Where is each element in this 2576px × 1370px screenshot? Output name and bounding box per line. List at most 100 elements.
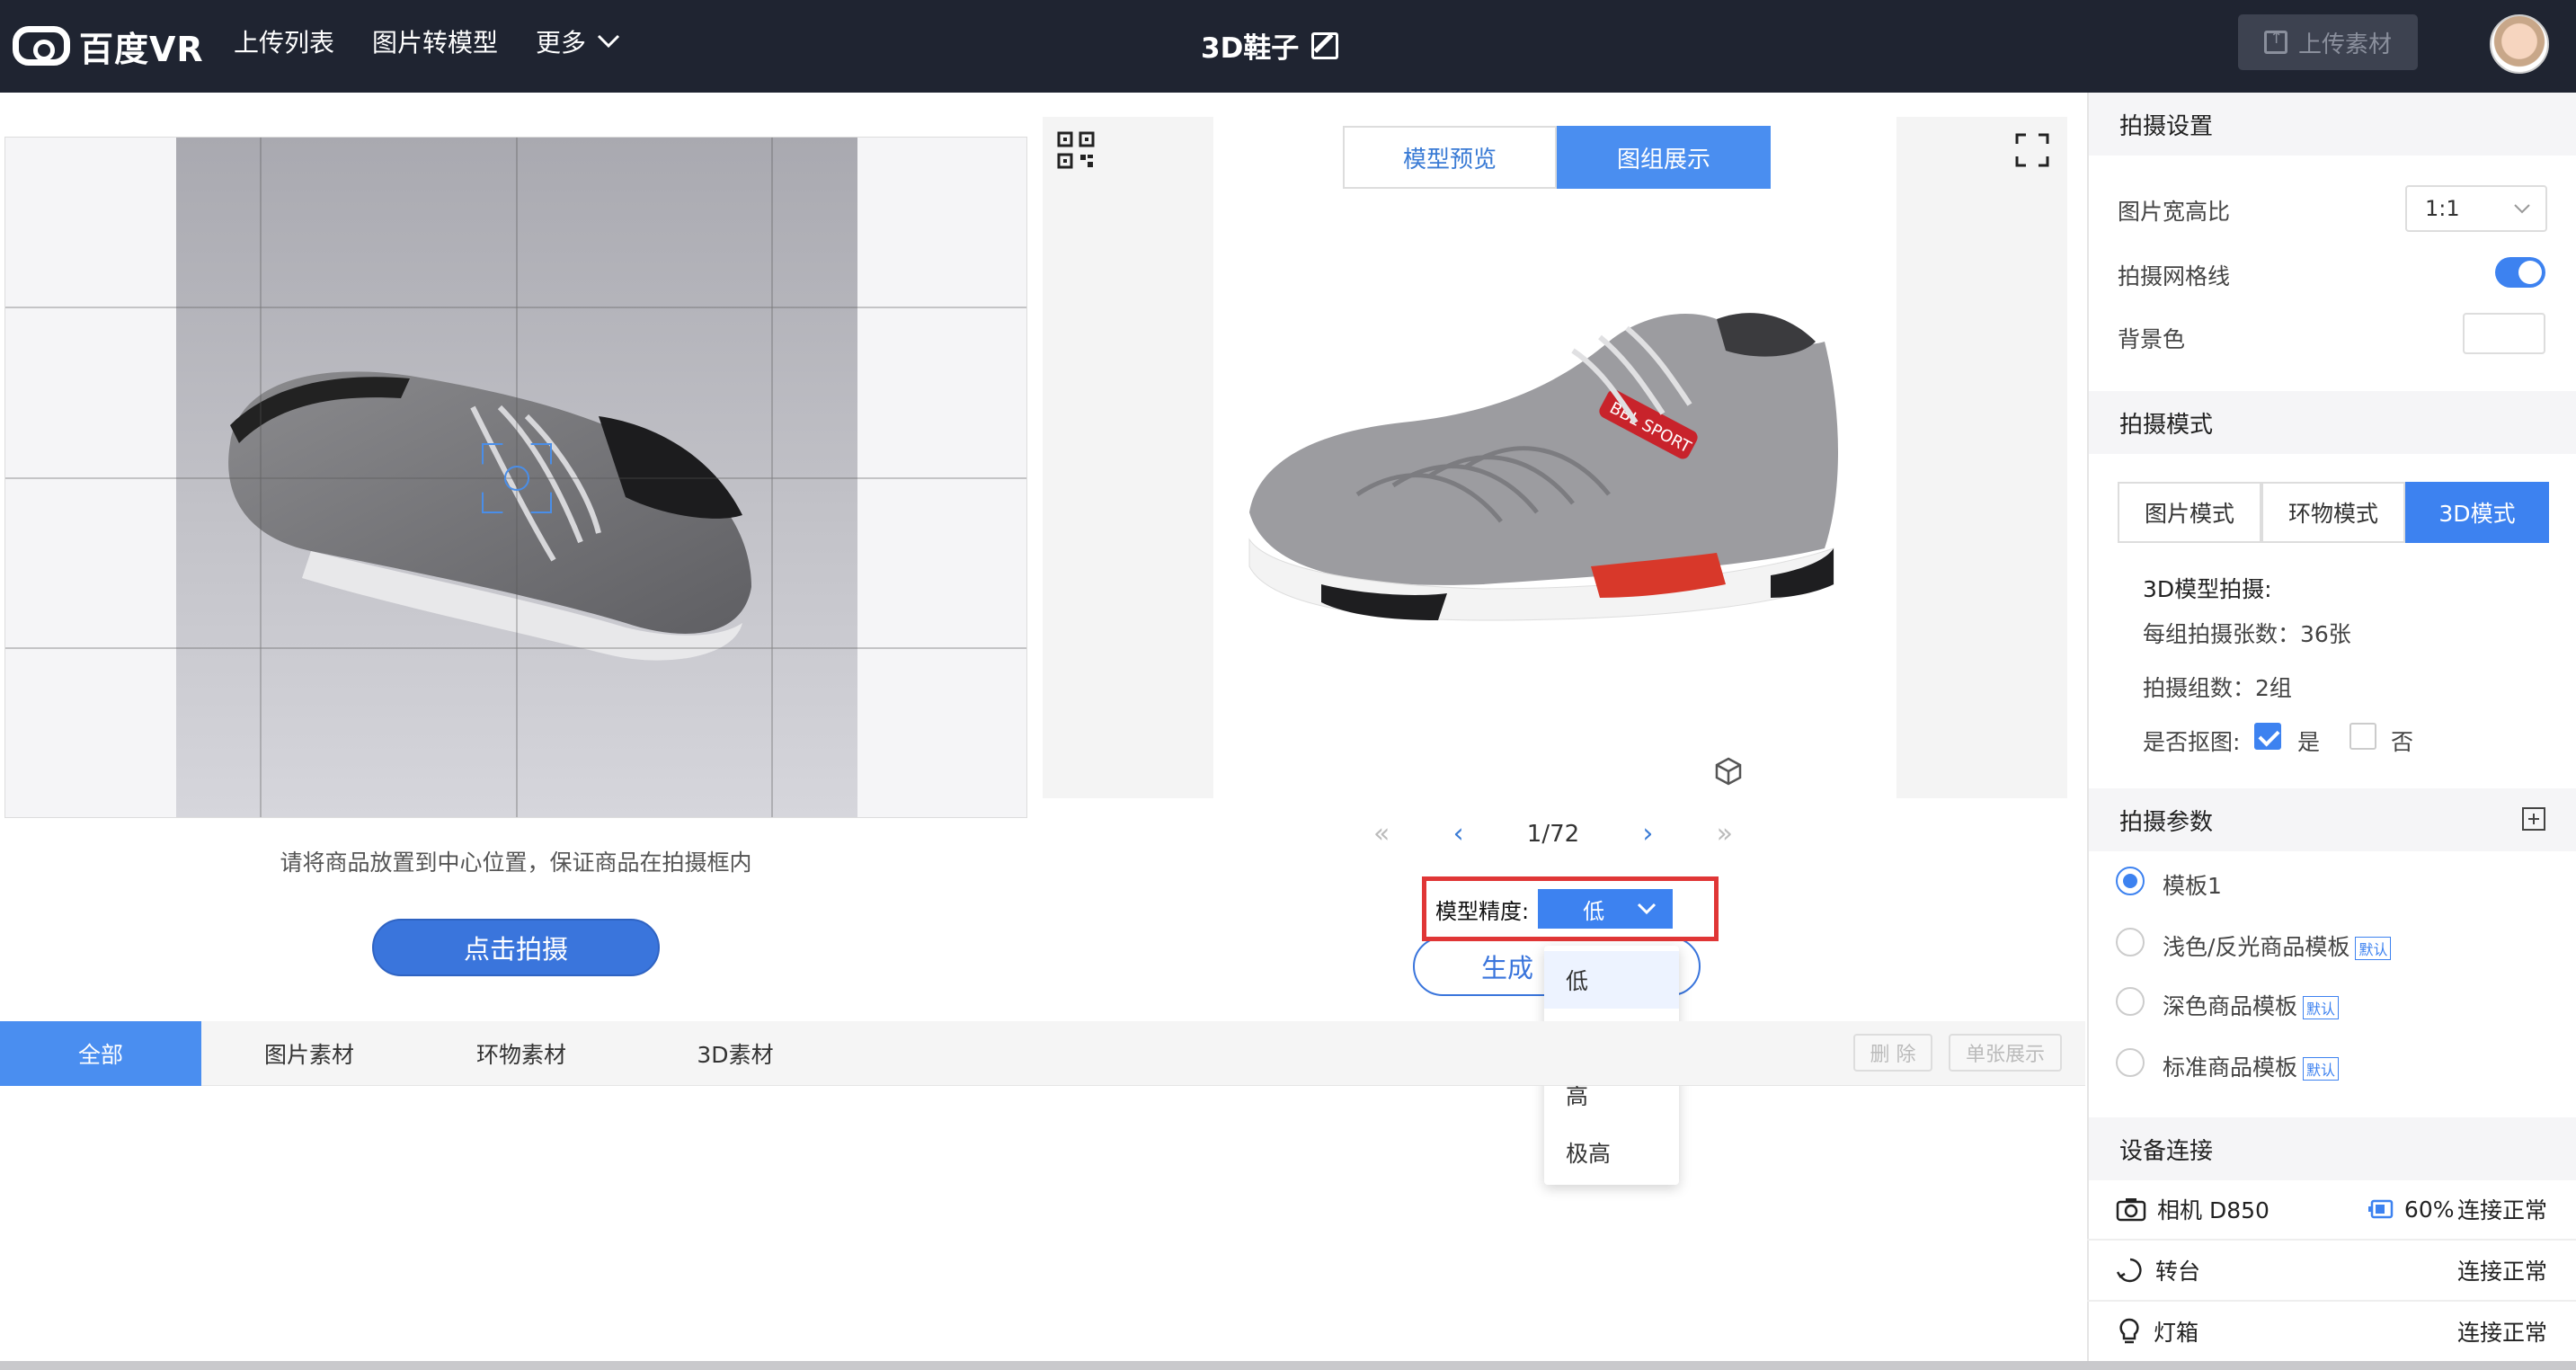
tab-image-material[interactable]: 图片素材	[219, 1021, 399, 1086]
upload-material-button[interactable]: 上传素材	[2238, 14, 2418, 70]
single-view-button[interactable]: 单张展示	[1949, 1034, 2062, 1072]
baidu-vr-logo[interactable]: 百度VR	[13, 20, 204, 72]
light-bulb-icon	[2119, 1318, 2139, 1344]
template-label-3: 深色商品模板 默认	[2163, 989, 2340, 1021]
preview-tabs: 模型预览 图组展示	[1343, 126, 1771, 189]
grid-lines-label: 拍摄网格线	[2118, 263, 2231, 289]
precision-value: 低	[1583, 898, 1605, 924]
material-tabs-bar: 全部 图片素材 环物素材 3D素材 删 除 单张展示	[0, 1021, 2085, 1086]
title-text: 3D鞋子	[1201, 32, 1300, 65]
device-connection-header: 设备连接	[2089, 1117, 2576, 1180]
shoot-mode-header: 拍摄模式	[2089, 391, 2576, 454]
shoe-preview-image: BBL SPORT	[1248, 313, 1838, 621]
ratio-select[interactable]: 1:1	[2405, 185, 2547, 232]
template-name: 标准商品模板	[2163, 1054, 2298, 1081]
tab-3d-material[interactable]: 3D素材	[645, 1021, 825, 1086]
ratio-value: 1:1	[2425, 196, 2460, 221]
shoot-button[interactable]: 点击拍摄	[372, 919, 660, 976]
camera-status: 连接正常	[2456, 1197, 2547, 1223]
lightbox-device-row: 灯箱 连接正常	[2116, 1309, 2547, 1354]
template-radio-3[interactable]	[2116, 987, 2145, 1016]
group-count: 拍摄组数：2组	[2143, 675, 2292, 701]
precision-option-ultra[interactable]: 极高	[1544, 1124, 1679, 1181]
last-page-icon[interactable]: »	[1717, 818, 1733, 850]
turntable-label: 转台	[2155, 1259, 2201, 1285]
ratio-label: 图片宽高比	[2118, 199, 2231, 225]
prev-page-icon[interactable]: ‹	[1453, 818, 1464, 850]
next-page-icon[interactable]: ›	[1642, 818, 1653, 850]
precision-select[interactable]: 低	[1538, 889, 1674, 929]
default-tag: 默认	[2355, 937, 2392, 960]
template-label-1: 模板1	[2163, 873, 2222, 899]
shoot-settings-header: 拍摄设置	[2089, 93, 2576, 156]
delete-button[interactable]: 删 除	[1853, 1034, 1932, 1072]
3d-cube-icon[interactable]	[1712, 755, 1745, 787]
qr-code-icon[interactable]	[1057, 131, 1095, 169]
tab-model-preview[interactable]: 模型预览	[1343, 126, 1557, 189]
photos-per-group: 每组拍摄张数：36张	[2143, 621, 2351, 647]
edit-icon[interactable]	[1311, 31, 1339, 59]
tab-all[interactable]: 全部	[0, 1021, 201, 1086]
battery-icon	[2367, 1199, 2394, 1219]
template-radio-4[interactable]	[2116, 1048, 2145, 1077]
top-bar: 百度VR 上传列表 图片转模型 更多 3D鞋子 上传素材	[0, 0, 2576, 93]
add-template-icon[interactable]	[2522, 807, 2545, 831]
turntable-status: 连接正常	[2456, 1259, 2547, 1285]
cutout-yes-label: 是	[2297, 729, 2321, 755]
grid-lines-toggle[interactable]	[2495, 257, 2545, 288]
chevron-down-icon	[1638, 903, 1657, 915]
cutout-no-label: 否	[2391, 729, 2414, 755]
precision-label: 模型精度:	[1435, 898, 1530, 924]
mode-orbit[interactable]: 环物模式	[2261, 482, 2405, 543]
precision-highlight: 模型精度: 低	[1422, 876, 1719, 941]
template-label-4: 标准商品模板 默认	[2163, 1050, 2340, 1082]
template-radio-1[interactable]	[2116, 867, 2145, 895]
turntable-device-row: 转台 连接正常	[2116, 1248, 2547, 1293]
chevron-down-icon	[597, 34, 620, 49]
camera-label: 相机 D850	[2157, 1197, 2270, 1223]
shoot-mode-tabs: 图片模式 环物模式 3D模式	[2118, 482, 2549, 543]
cutout-no-checkbox[interactable]	[2349, 723, 2376, 750]
logo-text: 百度VR	[79, 29, 204, 69]
divider	[2087, 1300, 2576, 1302]
camera-viewfinder[interactable]	[4, 137, 1027, 818]
upload-label: 上传素材	[2297, 31, 2392, 58]
template-radio-2[interactable]	[2116, 928, 2145, 956]
page-indicator: 1/72	[1526, 820, 1580, 848]
nav-more[interactable]: 更多	[536, 23, 620, 59]
battery-level: 60%	[2403, 1196, 2455, 1223]
camera-device-row: 相机 D850 60% 连接正常	[2116, 1187, 2547, 1232]
pagination: « ‹ 1/72 › »	[1373, 818, 1733, 850]
chevron-down-icon	[2514, 204, 2530, 214]
default-tag: 默认	[2303, 1057, 2340, 1081]
cutout-yes-checkbox[interactable]	[2254, 723, 2281, 750]
bottom-edge	[0, 1361, 2576, 1370]
nav-upload-list[interactable]: 上传列表	[234, 23, 334, 59]
vr-logo-icon	[13, 26, 70, 66]
model-shoot-title: 3D模型拍摄:	[2143, 576, 2272, 602]
tab-image-group[interactable]: 图组展示	[1557, 126, 1771, 189]
placement-hint: 请将商品放置到中心位置，保证商品在拍摄框内	[280, 850, 752, 876]
nav-image-to-model[interactable]: 图片转模型	[372, 23, 498, 59]
background-color-swatch[interactable]	[2463, 313, 2545, 354]
cutout-label: 是否抠图:	[2143, 729, 2241, 755]
default-tag: 默认	[2303, 996, 2340, 1019]
nav-more-label: 更多	[536, 28, 587, 58]
preview-panel: BBL SPORT 模型预览 图组展示	[1043, 117, 2067, 798]
document-title: 3D鞋子	[1201, 25, 1339, 66]
template-name: 浅色/反光商品模板	[2163, 934, 2350, 960]
precision-option-low[interactable]: 低	[1544, 951, 1679, 1009]
fullscreen-icon[interactable]	[2013, 131, 2051, 169]
first-page-icon[interactable]: «	[1373, 818, 1390, 850]
user-avatar[interactable]	[2490, 14, 2549, 74]
focus-target-icon	[482, 443, 552, 513]
template-label-2: 浅色/反光商品模板 默认	[2163, 930, 2392, 962]
background-color-label: 背景色	[2118, 326, 2186, 352]
mode-3d[interactable]: 3D模式	[2405, 482, 2549, 543]
tab-orbit-material[interactable]: 环物素材	[431, 1021, 611, 1086]
preview-canvas[interactable]: BBL SPORT	[1213, 117, 1896, 798]
lightbox-status: 连接正常	[2456, 1320, 2547, 1346]
shoot-params-header: 拍摄参数	[2089, 788, 2576, 851]
mode-image[interactable]: 图片模式	[2118, 482, 2261, 543]
camera-icon	[2116, 1198, 2146, 1222]
